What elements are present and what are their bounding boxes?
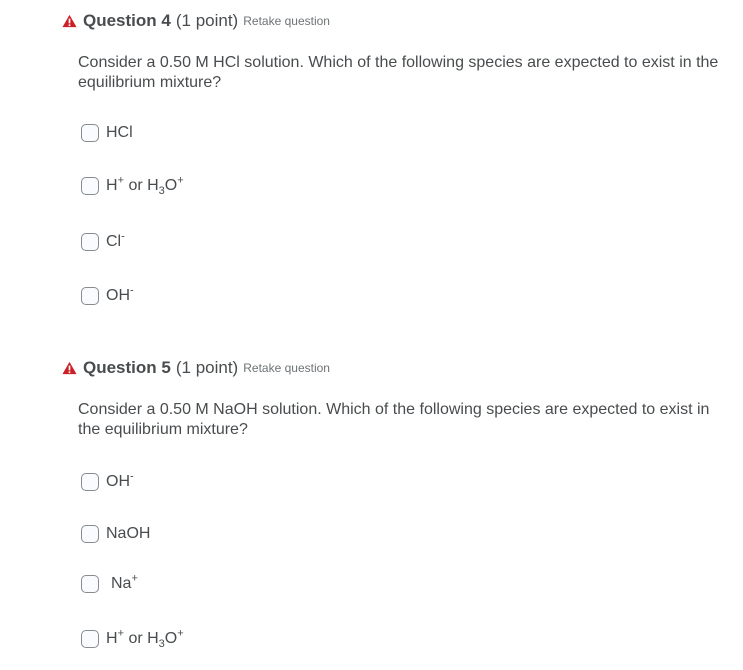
option-label: OH- <box>106 284 134 304</box>
option-hcl[interactable]: HCl <box>81 124 133 142</box>
option-oh-minus[interactable]: OH- <box>81 284 134 305</box>
question-header: Question 4 (1 point) Retake question <box>62 11 330 31</box>
option-naoh[interactable]: NaOH <box>81 525 150 543</box>
option-checkbox[interactable] <box>81 287 99 305</box>
option-checkbox[interactable] <box>81 124 99 142</box>
question-title: Question 5 <box>83 358 171 377</box>
option-h-plus-or-h3o-plus[interactable]: H+ or H3O+ <box>81 174 184 198</box>
question-header: Question 5 (1 point) Retake question <box>62 358 330 378</box>
warning-triangle-icon <box>62 361 77 375</box>
question-prompt: Consider a 0.50 M NaOH solution. Which o… <box>78 401 710 438</box>
option-checkbox[interactable] <box>81 177 99 195</box>
retake-question-link[interactable]: Retake question <box>243 14 330 28</box>
question-points: (1 point) <box>175 11 239 30</box>
option-checkbox[interactable] <box>81 473 99 491</box>
option-label: Cl- <box>106 230 125 250</box>
retake-question-link[interactable]: Retake question <box>243 361 330 375</box>
question-prompt: Consider a 0.50 M HCl solution. Which of… <box>78 54 719 91</box>
option-checkbox[interactable] <box>81 630 99 648</box>
question-points: (1 point) <box>175 358 239 377</box>
question-title: Question 4 <box>83 11 171 30</box>
option-h-plus-or-h3o-plus[interactable]: H+ or H3O+ <box>81 627 184 651</box>
option-label: H+ or H3O+ <box>106 627 184 651</box>
option-label: NaOH <box>106 525 151 542</box>
option-label: Na+ <box>111 572 138 592</box>
option-cl-minus[interactable]: Cl- <box>81 230 125 251</box>
option-checkbox[interactable] <box>81 575 99 593</box>
option-label: HCl <box>106 124 133 141</box>
option-label: H+ or H3O+ <box>106 174 184 198</box>
option-checkbox[interactable] <box>81 525 99 543</box>
option-na-plus[interactable]: Na+ <box>81 572 138 593</box>
warning-triangle-icon <box>62 14 77 28</box>
option-oh-minus[interactable]: OH- <box>81 470 134 491</box>
option-checkbox[interactable] <box>81 233 99 251</box>
option-label: OH- <box>106 470 134 490</box>
